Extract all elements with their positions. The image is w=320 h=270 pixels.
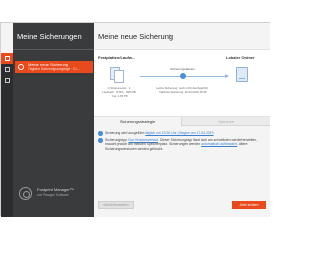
destination-folder-icon[interactable] — [236, 67, 248, 82]
backup-item-subtitle: Tägliche Sicherungsvorgänge · C:\... — [28, 67, 80, 71]
app-window: Meine Sicherungen Meine neue Sicherung T… — [0, 22, 270, 217]
info-icon — [98, 131, 103, 136]
page-title: Meine neue Sicherung — [98, 32, 174, 41]
schedule-prefix: Sicherung wird ausgeführt — [105, 131, 145, 135]
source-drive-icon[interactable] — [110, 67, 124, 83]
tab-options[interactable]: Optionen — [182, 117, 270, 126]
source-caption: C:\Dokumente\ · 2 Laufwerk · NTFS · 845 … — [102, 86, 136, 98]
destination-title[interactable]: Lokaler Ordner — [226, 55, 255, 60]
schedule-link[interactable]: täglich um 15:30 Uhr | Beginn am 17.04.2… — [145, 131, 213, 135]
product-logo-icon — [19, 187, 32, 200]
product-badge: Footprint Manager™ von Paragon Software — [13, 181, 94, 217]
sidebar: Meine Sicherungen Meine neue Sicherung T… — [13, 23, 94, 217]
calendar-nav-icon[interactable] — [1, 75, 13, 86]
backup-now-button[interactable]: Jetzt sichern — [232, 201, 266, 209]
action-footer: Wiederherstellen Jetzt sichern — [94, 195, 270, 217]
info-icon — [98, 138, 103, 143]
product-vendor: von Paragon Software — [37, 193, 69, 197]
edit-pencil-icon[interactable]: ✎ — [168, 34, 172, 40]
backups-nav-icon[interactable] — [1, 53, 13, 64]
restore-nav-icon[interactable] — [1, 64, 13, 75]
sidebar-title: Meine Sicherungen — [17, 32, 82, 41]
backup-type-info: Sicherungstyp: Nur Versionsverlauf. Dies… — [98, 138, 266, 151]
source-title[interactable]: Festplatten/Laufw... — [98, 55, 135, 60]
backup-flow: Festplatten/Laufw... C:\Dokumente\ · 2 L… — [94, 49, 270, 117]
schedule-info: Sicherung wird ausgeführt täglich um 15:… — [98, 131, 266, 136]
sidebar-divider — [13, 49, 94, 50]
main-panel: Meine neue Sicherung ✎ Festplatten/Laufw… — [94, 23, 270, 217]
icon-rail — [1, 53, 13, 217]
tab-bar: Sicherungsstrategie Optionen — [94, 117, 270, 126]
schedule-node-icon[interactable] — [180, 73, 186, 79]
strategy-info: Sicherung wird ausgeführt täglich um 15:… — [98, 131, 266, 154]
product-name: Footprint Manager™ — [37, 187, 74, 192]
sidebar-item-backup[interactable]: Meine neue Sicherung Tägliche Sicherungs… — [15, 61, 93, 73]
schedule-caption: Letzte Sicherung: noch nicht durchgeführ… — [156, 86, 210, 94]
tab-strategy[interactable]: Sicherungsstrategie — [94, 117, 182, 126]
retention-link[interactable]: automatisch aufbewahrt — [201, 142, 237, 146]
schedule-label: Sicherungsdateien — [170, 67, 195, 71]
restore-button[interactable]: Wiederherstellen — [98, 201, 134, 209]
backup-status-icon — [18, 64, 24, 70]
